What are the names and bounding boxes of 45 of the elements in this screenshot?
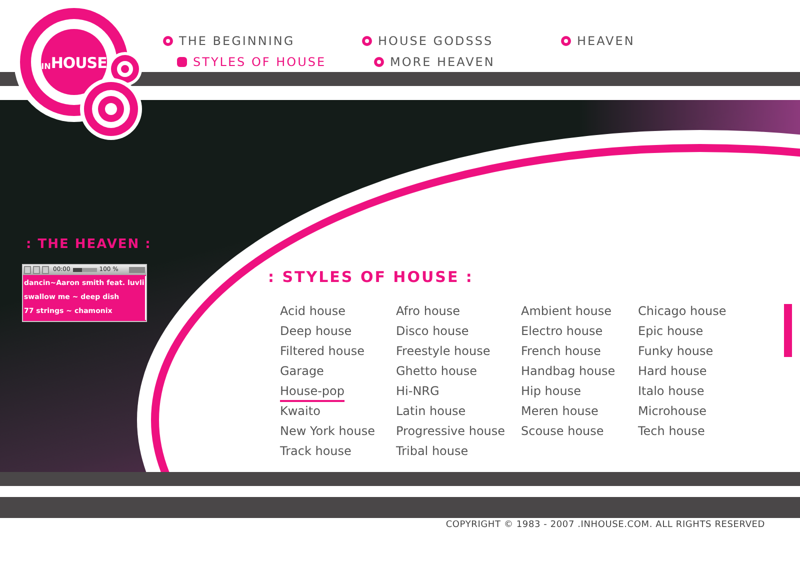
scrollbar[interactable] xyxy=(145,276,146,320)
style-link[interactable]: Handbag house xyxy=(521,360,616,380)
style-link[interactable]: House-pop xyxy=(280,380,345,400)
style-link[interactable]: New York house xyxy=(280,420,375,440)
nav-link[interactable]: HEAVEN xyxy=(561,32,760,50)
style-link[interactable]: Scouse house xyxy=(521,420,604,440)
style-link[interactable]: French house xyxy=(521,340,601,360)
ring-icon xyxy=(374,57,384,67)
ring-icon xyxy=(163,36,173,46)
style-link[interactable]: Hip house xyxy=(521,380,581,400)
style-link[interactable]: Electro house xyxy=(521,320,603,340)
sidebar-heading: : THE HEAVEN : xyxy=(26,236,152,254)
style-link[interactable]: Track house xyxy=(280,440,352,460)
style-link[interactable]: Ghetto house xyxy=(396,360,478,380)
style-link[interactable]: Epic house xyxy=(638,320,704,340)
nav-link[interactable]: MORE HEAVEN xyxy=(374,53,571,71)
style-link[interactable]: Hi-NRG xyxy=(396,380,440,400)
style-link[interactable]: Disco house xyxy=(396,320,469,340)
ring-icon xyxy=(561,36,571,46)
copyright-text: COPYRIGHT © 1983 - 2007 .INHOUSE.COM. ALL RIGHTS RESERVED xyxy=(446,519,765,532)
style-link[interactable]: Acid house xyxy=(280,300,346,320)
style-link[interactable]: Hard house xyxy=(638,360,707,380)
nav-link[interactable]: STYLES OF HOUSE xyxy=(177,53,374,71)
style-link[interactable]: Italo house xyxy=(638,380,704,400)
nav-link[interactable]: THE BEGINNING xyxy=(163,32,362,50)
style-link[interactable]: Microhouse xyxy=(638,400,706,420)
style-link[interactable]: Freestyle house xyxy=(396,340,490,360)
style-link[interactable]: Ambient house xyxy=(521,300,612,320)
nav-link[interactable]: HOUSE GODSSS xyxy=(362,32,561,50)
style-link[interactable]: Garage xyxy=(280,360,324,380)
style-link[interactable]: Afro house xyxy=(396,300,460,320)
style-link[interactable]: Progressive house xyxy=(396,420,506,440)
style-link[interactable]: Meren house xyxy=(521,400,598,420)
scroll-marker xyxy=(784,304,792,357)
style-link[interactable]: Chicago house xyxy=(638,300,726,320)
style-link[interactable]: Funky house xyxy=(638,340,714,360)
style-link[interactable]: Latin house xyxy=(396,400,466,420)
ring-icon xyxy=(362,36,372,46)
style-link[interactable]: Filtered house xyxy=(280,340,364,360)
section-heading: : STYLES OF HOUSE : xyxy=(268,267,474,288)
style-link[interactable]: Kwaito xyxy=(280,400,320,420)
style-link[interactable]: Tribal house xyxy=(396,440,468,460)
progress-track[interactable] xyxy=(73,268,98,272)
style-link[interactable]: Deep house xyxy=(280,320,352,340)
style-link[interactable]: Tech house xyxy=(638,420,705,440)
